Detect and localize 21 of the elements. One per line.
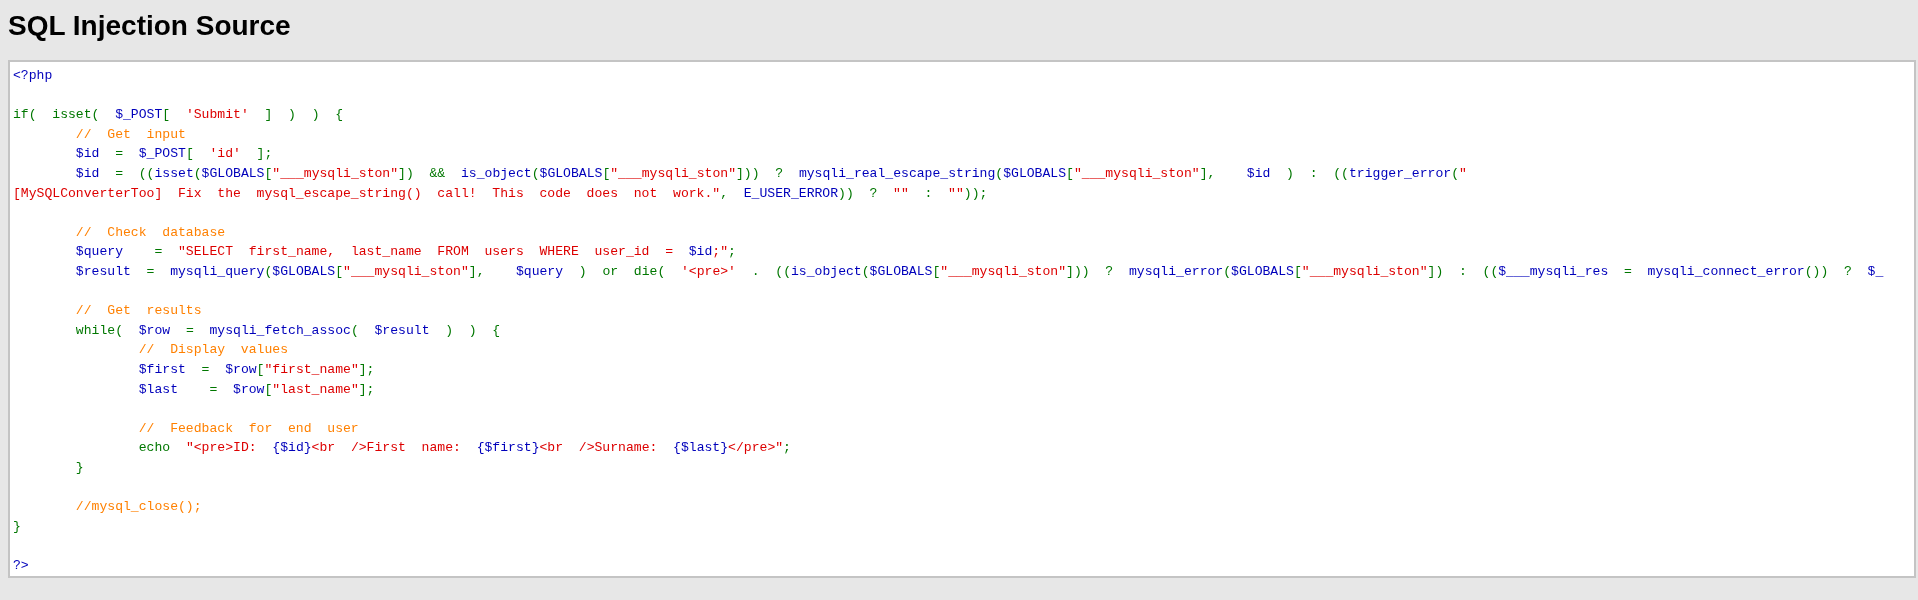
code-line: echo "<pre>ID: {$id}<br />First name: {$first}<br />Surname: {$last}</pre>";: [137, 439, 791, 458]
code-line: $result = mysqli_query($GLOBALS["___mysqli_ston"], $query ) or die( '<pre>' . ((is_object($GLOBALS["___mysqli_ston"])) ? mysqli_error($GLOBALS["___mysqli_ston"]) : (($___mysqli_res = mysqli_connect_error()) ? $_: [74, 262, 1884, 281]
code-line: $id = ((isset($GLOBALS["___mysqli_ston"]) && is_object($GLOBALS["___mysqli_ston"])) ? mysqli_real_escape_string($GLOBALS["___mysqli_ston"], $id ) : ((trigger_error(": [74, 164, 1467, 183]
code-line: while( $row = mysqli_fetch_assoc( $result ) ) {: [74, 321, 501, 340]
code-line: <?php: [13, 67, 53, 85]
code-line: $query = "SELECT first_name, last_name FROM users WHERE user_id = $id;";: [74, 243, 736, 262]
code-line: //mysql_close();: [74, 498, 202, 517]
code-line: // Display values: [137, 341, 288, 360]
code-line: $last = $row["last_name"];: [137, 380, 375, 399]
code-line: [MySQLConverterToo] Fix the mysql_escape_string() call! This code does not work.", E_USER_ERROR)) ? "" : ""));: [13, 184, 988, 203]
code-line: }: [74, 458, 84, 477]
code-line: $id = $_POST[ 'id' ];: [74, 145, 273, 164]
page-title: SQL Injection Source: [7, 9, 292, 43]
code-line: // Check database: [74, 223, 226, 242]
code-line: // Get results: [74, 302, 202, 321]
code-line: }: [13, 517, 21, 536]
code-line: // Get input: [74, 125, 186, 144]
code-line: if( isset( $_POST[ 'Submit' ] ) ) {: [13, 106, 344, 125]
code-line: $first = $row["first_name"];: [137, 360, 375, 379]
code-line: // Feedback for end user: [137, 419, 359, 438]
code-line: ?>: [13, 556, 29, 575]
